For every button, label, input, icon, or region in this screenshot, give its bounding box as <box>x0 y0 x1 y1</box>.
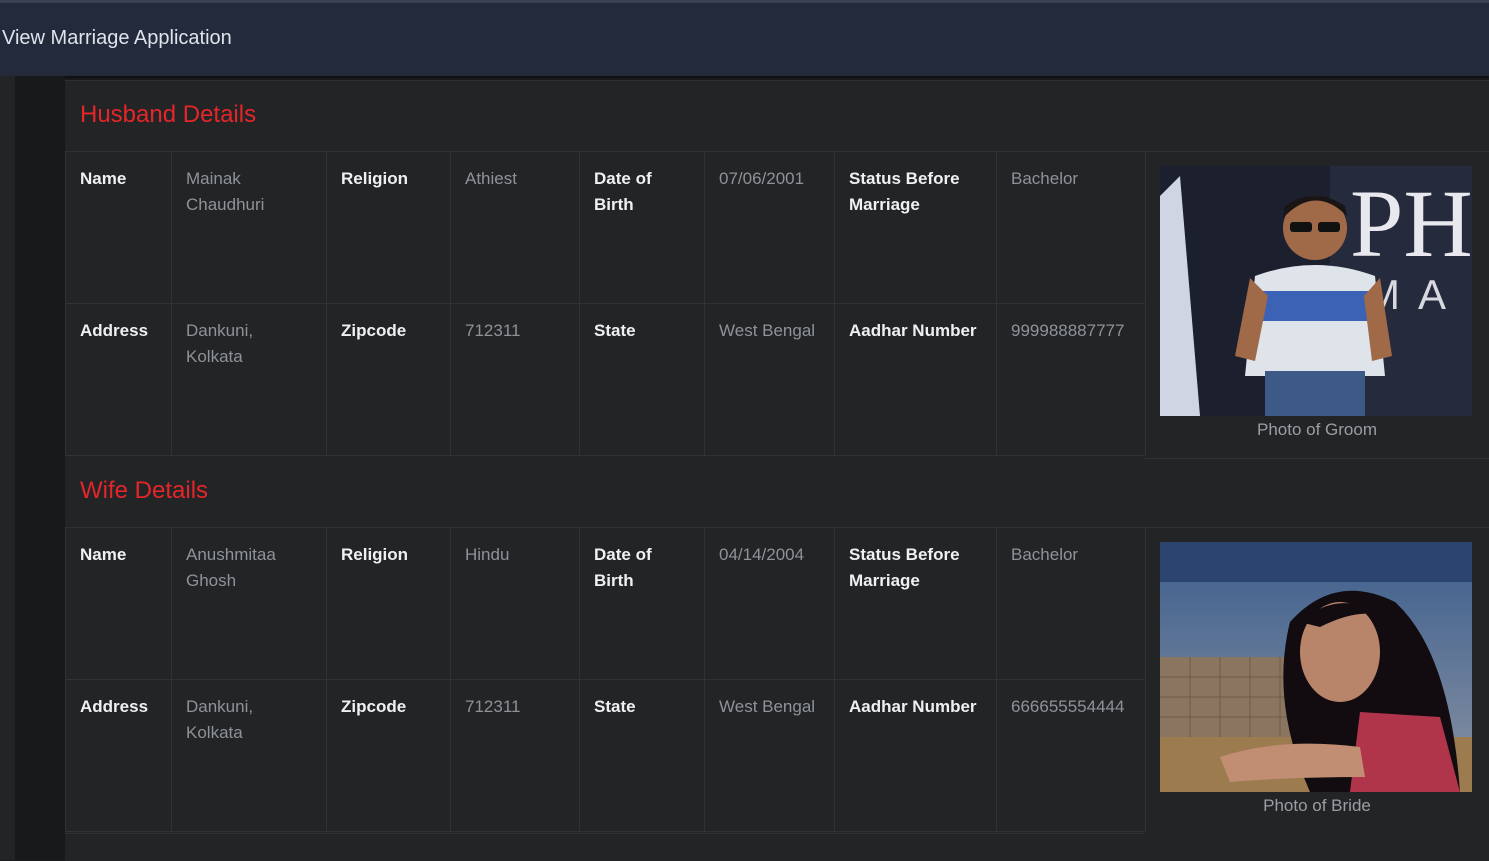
table-row: Address Dankuni, Kolkata Zipcode 712311 … <box>65 303 1146 456</box>
name-value: Mainak Chaudhuri <box>171 151 327 304</box>
sidebar-gutter <box>15 76 65 860</box>
bride-photo <box>1160 542 1472 792</box>
aadhar-value: 666655554444 <box>996 679 1146 832</box>
svg-text:PH: PH <box>1350 170 1472 277</box>
application-panel: Husband Details Name Mainak Chaudhuri Re… <box>65 80 1489 861</box>
groom-photo-caption: Photo of Groom <box>1256 420 1377 439</box>
aadhar-label: Aadhar Number <box>834 679 997 832</box>
table-row: Address Dankuni, Kolkata Zipcode 712311 … <box>65 679 1146 832</box>
religion-value: Athiest <box>450 151 580 304</box>
aadhar-label: Aadhar Number <box>834 303 997 456</box>
bride-photo-caption: Photo of Bride <box>1263 796 1371 815</box>
state-label: State <box>579 679 705 832</box>
bride-photo-block: Photo of Bride <box>1160 542 1474 816</box>
groom-photo: PH MA <box>1160 166 1472 416</box>
page-title: View Marriage Application <box>2 27 232 49</box>
divider <box>65 833 1145 834</box>
zipcode-value: 712311 <box>450 303 580 456</box>
name-label: Name <box>65 527 172 680</box>
address-value: Dankuni, Kolkata <box>171 303 327 456</box>
status-value: Bachelor <box>996 527 1146 680</box>
dob-value: 07/06/2001 <box>704 151 835 304</box>
name-value: Anushmitaa Ghosh <box>171 527 327 680</box>
zipcode-value: 712311 <box>450 679 580 832</box>
state-value: West Bengal <box>704 679 835 832</box>
table-row: Name Anushmitaa Ghosh Religion Hindu Dat… <box>65 527 1146 680</box>
divider <box>1145 527 1489 528</box>
religion-label: Religion <box>326 151 451 304</box>
aadhar-value: 999988887777 <box>996 303 1146 456</box>
husband-details-table: Name Mainak Chaudhuri Religion Athiest D… <box>65 151 1146 456</box>
dob-label: Date of Birth <box>579 151 705 304</box>
sidebar-edge <box>0 76 15 860</box>
husband-section-title: Husband Details <box>80 101 257 128</box>
religion-label: Religion <box>326 527 451 680</box>
religion-value: Hindu <box>450 527 580 680</box>
address-label: Address <box>65 679 172 832</box>
status-label: Status Before Marriage <box>834 527 997 680</box>
status-value: Bachelor <box>996 151 1146 304</box>
divider <box>1145 458 1489 459</box>
divider <box>1145 151 1489 152</box>
state-value: West Bengal <box>704 303 835 456</box>
zipcode-label: Zipcode <box>326 303 451 456</box>
address-label: Address <box>65 303 172 456</box>
status-label: Status Before Marriage <box>834 151 997 304</box>
state-label: State <box>579 303 705 456</box>
wife-section-title: Wife Details <box>80 477 209 504</box>
dob-value: 04/14/2004 <box>704 527 835 680</box>
groom-photo-block: PH MA Photo of Groom <box>1160 166 1474 440</box>
dob-label: Date of Birth <box>579 527 705 680</box>
address-value: Dankuni, Kolkata <box>171 679 327 832</box>
top-navbar: View Marriage Application <box>0 0 1489 76</box>
name-label: Name <box>65 151 172 304</box>
wife-details-table: Name Anushmitaa Ghosh Religion Hindu Dat… <box>65 527 1146 832</box>
table-row: Name Mainak Chaudhuri Religion Athiest D… <box>65 151 1146 304</box>
zipcode-label: Zipcode <box>326 679 451 832</box>
